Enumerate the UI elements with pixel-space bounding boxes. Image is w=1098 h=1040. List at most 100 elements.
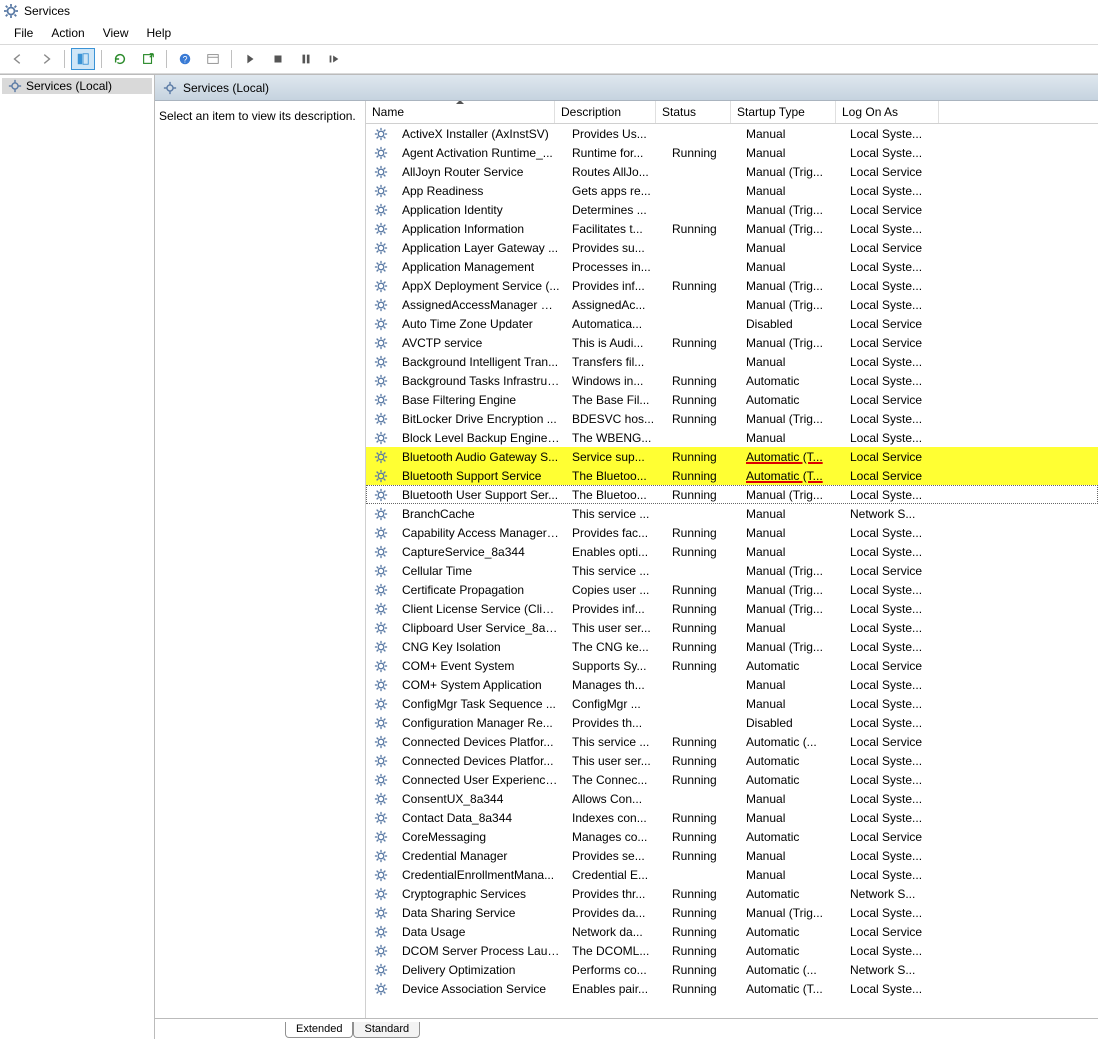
column-name[interactable]: Name — [366, 101, 555, 123]
properties-button[interactable] — [201, 48, 225, 70]
service-log-on-as: Local Syste... — [844, 811, 946, 825]
service-row[interactable]: Data Sharing ServiceProvides da...Runnin… — [366, 903, 1098, 922]
service-description: The Connec... — [566, 773, 666, 787]
service-log-on-as: Local Syste... — [844, 374, 946, 388]
service-row[interactable]: Clipboard User Service_8a344This user se… — [366, 618, 1098, 637]
service-row[interactable]: BranchCacheThis service ...ManualNetwork… — [366, 504, 1098, 523]
tab-standard[interactable]: Standard — [353, 1022, 420, 1038]
start-service-button[interactable] — [238, 48, 262, 70]
service-row[interactable]: Device Association ServiceEnables pair..… — [366, 979, 1098, 998]
stop-service-button[interactable] — [266, 48, 290, 70]
service-row[interactable]: CaptureService_8a344Enables opti...Runni… — [366, 542, 1098, 561]
service-row[interactable]: Base Filtering EngineThe Base Fil...Runn… — [366, 390, 1098, 409]
gear-icon — [366, 165, 396, 179]
service-name: AppX Deployment Service (... — [396, 279, 566, 293]
gear-icon — [366, 659, 396, 673]
refresh-button[interactable] — [108, 48, 132, 70]
column-log-on-as[interactable]: Log On As — [836, 101, 939, 123]
tab-extended[interactable]: Extended — [285, 1022, 353, 1038]
gear-icon — [366, 374, 396, 388]
menu-view[interactable]: View — [95, 24, 137, 42]
service-row[interactable]: Capability Access Manager ...Provides fa… — [366, 523, 1098, 542]
service-row[interactable]: Delivery OptimizationPerforms co...Runni… — [366, 960, 1098, 979]
service-row[interactable]: Background Intelligent Tran...Transfers … — [366, 352, 1098, 371]
service-startup-type: Automatic (... — [740, 963, 844, 977]
service-row[interactable]: Bluetooth User Support Ser...The Bluetoo… — [366, 485, 1098, 504]
service-description: The CNG ke... — [566, 640, 666, 654]
restart-service-button[interactable] — [322, 48, 346, 70]
service-name: Block Level Backup Engine ... — [396, 431, 566, 445]
service-row[interactable]: ActiveX Installer (AxInstSV)Provides Us.… — [366, 124, 1098, 143]
service-name: Client License Service (ClipS... — [396, 602, 566, 616]
column-startup-type[interactable]: Startup Type — [731, 101, 836, 123]
service-row[interactable]: Bluetooth Support ServiceThe Bluetoo...R… — [366, 466, 1098, 485]
service-row[interactable]: AssignedAccessManager Se...AssignedAc...… — [366, 295, 1098, 314]
show-hide-tree-button[interactable] — [71, 48, 95, 70]
service-status: Running — [666, 887, 740, 901]
service-row[interactable]: Bluetooth Audio Gateway S...Service sup.… — [366, 447, 1098, 466]
service-row[interactable]: Client License Service (ClipS...Provides… — [366, 599, 1098, 618]
service-row[interactable]: CredentialEnrollmentMana...Credential E.… — [366, 865, 1098, 884]
service-row[interactable]: CNG Key IsolationThe CNG ke...RunningMan… — [366, 637, 1098, 656]
menu-file[interactable]: File — [6, 24, 41, 42]
service-row[interactable]: COM+ Event SystemSupports Sy...RunningAu… — [366, 656, 1098, 675]
services-list[interactable]: Name Description Status Startup Type Log… — [366, 101, 1098, 1018]
service-log-on-as: Local Syste... — [844, 640, 946, 654]
console-tree[interactable]: Services (Local) — [0, 75, 155, 1039]
service-name: Application Management — [396, 260, 566, 274]
service-row[interactable]: Application IdentityDetermines ...Manual… — [366, 200, 1098, 219]
service-description: Provides da... — [566, 906, 666, 920]
services-rows[interactable]: ActiveX Installer (AxInstSV)Provides Us.… — [366, 124, 1098, 1018]
gear-icon — [366, 526, 396, 540]
service-status: Running — [666, 526, 740, 540]
service-startup-type: Manual — [740, 868, 844, 882]
service-row[interactable]: AllJoyn Router ServiceRoutes AllJo...Man… — [366, 162, 1098, 181]
service-row[interactable]: Connected Devices Platfor...This user se… — [366, 751, 1098, 770]
tree-node-services-local[interactable]: Services (Local) — [2, 78, 152, 94]
service-row[interactable]: AppX Deployment Service (...Provides inf… — [366, 276, 1098, 295]
service-row[interactable]: DCOM Server Process Laun...The DCOML...R… — [366, 941, 1098, 960]
service-log-on-as: Local Service — [844, 336, 946, 350]
service-row[interactable]: Credential ManagerProvides se...RunningM… — [366, 846, 1098, 865]
service-row[interactable]: App ReadinessGets apps re...ManualLocal … — [366, 181, 1098, 200]
menu-help[interactable]: Help — [139, 24, 180, 42]
pause-service-button[interactable] — [294, 48, 318, 70]
service-row[interactable]: Data UsageNetwork da...RunningAutomaticL… — [366, 922, 1098, 941]
service-row[interactable]: Connected Devices Platfor...This service… — [366, 732, 1098, 751]
service-row[interactable]: COM+ System ApplicationManages th...Manu… — [366, 675, 1098, 694]
service-row[interactable]: Contact Data_8a344Indexes con...RunningM… — [366, 808, 1098, 827]
gear-icon — [366, 716, 396, 730]
help-button[interactable]: ? — [173, 48, 197, 70]
service-row[interactable]: Cryptographic ServicesProvides thr...Run… — [366, 884, 1098, 903]
service-row[interactable]: Application ManagementProcesses in...Man… — [366, 257, 1098, 276]
service-description: Allows Con... — [566, 792, 666, 806]
service-row[interactable]: Agent Activation Runtime_...Runtime for.… — [366, 143, 1098, 162]
service-row[interactable]: BitLocker Drive Encryption ...BDESVC hos… — [366, 409, 1098, 428]
service-log-on-as: Local Service — [844, 317, 946, 331]
menu-action[interactable]: Action — [43, 24, 92, 42]
service-row[interactable]: Application InformationFacilitates t...R… — [366, 219, 1098, 238]
service-row[interactable]: AVCTP serviceThis is Audi...RunningManua… — [366, 333, 1098, 352]
service-row[interactable]: ConfigMgr Task Sequence ...ConfigMgr ...… — [366, 694, 1098, 713]
service-row[interactable]: Auto Time Zone UpdaterAutomatica...Disab… — [366, 314, 1098, 333]
service-row[interactable]: CoreMessagingManages co...RunningAutomat… — [366, 827, 1098, 846]
service-row[interactable]: Application Layer Gateway ...Provides su… — [366, 238, 1098, 257]
service-row[interactable]: Connected User Experience...The Connec..… — [366, 770, 1098, 789]
service-description: Transfers fil... — [566, 355, 666, 369]
service-row[interactable]: Background Tasks Infrastruc...Windows in… — [366, 371, 1098, 390]
service-name: CredentialEnrollmentMana... — [396, 868, 566, 882]
service-startup-type: Automatic — [740, 773, 844, 787]
service-row[interactable]: ConsentUX_8a344Allows Con...ManualLocal … — [366, 789, 1098, 808]
service-row[interactable]: Configuration Manager Re...Provides th..… — [366, 713, 1098, 732]
service-row[interactable]: Cellular TimeThis service ...Manual (Tri… — [366, 561, 1098, 580]
gear-icon — [366, 982, 396, 996]
column-description[interactable]: Description — [555, 101, 656, 123]
forward-button[interactable] — [34, 48, 58, 70]
gear-icon — [366, 469, 396, 483]
service-row[interactable]: Certificate PropagationCopies user ...Ru… — [366, 580, 1098, 599]
back-button[interactable] — [6, 48, 30, 70]
column-status[interactable]: Status — [656, 101, 731, 123]
export-button[interactable] — [136, 48, 160, 70]
service-row[interactable]: Block Level Backup Engine ...The WBENG..… — [366, 428, 1098, 447]
service-status: Running — [666, 830, 740, 844]
